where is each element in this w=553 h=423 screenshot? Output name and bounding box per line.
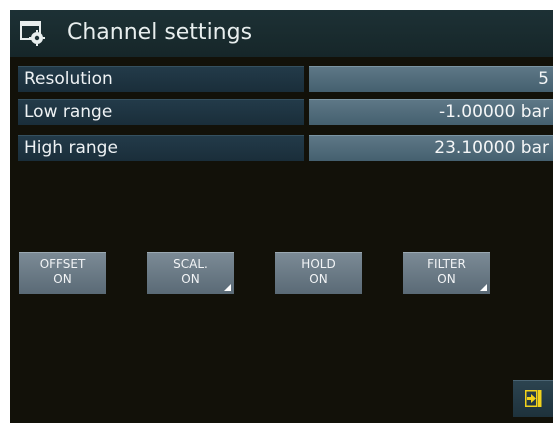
exit-arrow-icon xyxy=(525,390,542,407)
exit-button[interactable] xyxy=(513,380,553,417)
button-label: OFFSET xyxy=(39,257,86,271)
button-state: ON xyxy=(53,272,72,286)
submenu-corner-icon xyxy=(224,284,231,291)
title-bar: Channel settings xyxy=(10,10,553,57)
setting-row-high-range[interactable]: High range 23.10000 bar xyxy=(18,135,553,161)
button-label: FILTER xyxy=(427,257,466,271)
offset-toggle-button[interactable]: OFFSET ON xyxy=(19,252,106,294)
setting-value[interactable]: -1.00000 bar xyxy=(309,99,553,125)
window-settings-icon xyxy=(20,21,45,46)
setting-value[interactable]: 23.10000 bar xyxy=(309,135,553,161)
button-state: ON xyxy=(437,272,456,286)
setting-label: Low range xyxy=(18,99,304,125)
setting-label: High range xyxy=(18,135,304,161)
scal-toggle-button[interactable]: SCAL. ON xyxy=(147,252,234,294)
button-state: ON xyxy=(309,272,328,286)
setting-label: Resolution xyxy=(18,66,304,92)
device-screen: Channel settings Resolution 5 Low range … xyxy=(10,10,553,423)
submenu-corner-icon xyxy=(480,284,487,291)
filter-toggle-button[interactable]: FILTER ON xyxy=(403,252,490,294)
button-state: ON xyxy=(181,272,200,286)
setting-row-resolution[interactable]: Resolution 5 xyxy=(18,66,553,92)
button-label: HOLD xyxy=(301,257,336,271)
setting-value[interactable]: 5 xyxy=(309,66,553,92)
page-title: Channel settings xyxy=(67,20,253,45)
setting-row-low-range[interactable]: Low range -1.00000 bar xyxy=(18,99,553,125)
hold-toggle-button[interactable]: HOLD ON xyxy=(275,252,362,294)
button-label: SCAL. xyxy=(173,257,208,271)
